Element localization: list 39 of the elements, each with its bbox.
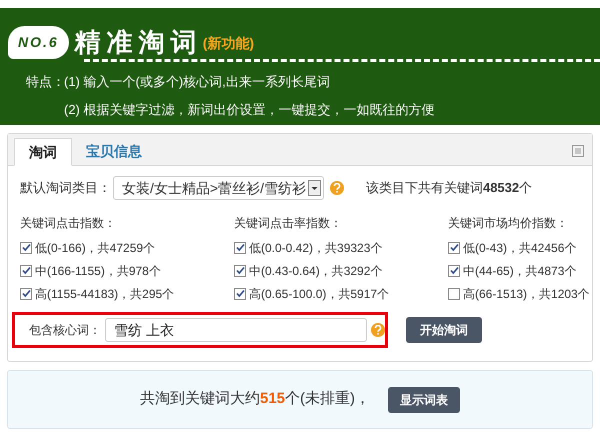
feature-text: (1) 输入一个(或多个)核心词,出来一系列长尾词 (64, 73, 330, 92)
option-label: 高(1155-44183)，共295个 (35, 286, 174, 302)
option-label: 中(0.43-0.64)，共3292个 (249, 262, 382, 280)
option-label: 低(0.0-0.42)，共39323个 (249, 240, 382, 256)
feature-label: 特点： (26, 74, 65, 90)
option-label: 高(66-1513)，共1203个 (463, 286, 590, 302)
filter-title: 关键词市场均价指数： (448, 215, 569, 232)
tab[interactable]: 淘词 (14, 138, 72, 166)
new-feature-tag: (新功能) (202, 33, 254, 59)
option-label: 低(0-166)，共47259个 (35, 240, 156, 256)
caret-icon (308, 180, 321, 196)
core-word-label: 包含核心词： (29, 322, 101, 339)
core-word-field[interactable]: 雪纺 上衣 (105, 318, 367, 342)
banner-title: 精准淘词 (74, 29, 203, 59)
filter-title: 关键词点击率指数： (234, 215, 343, 232)
filter-title: 关键词点击指数： (20, 215, 117, 232)
checkbox[interactable] (448, 288, 460, 300)
number-badge: NO.6 (8, 26, 69, 59)
keyword-total: 该类目下共有关键词48532个 (366, 179, 532, 198)
tab[interactable]: 宝贝信息 (72, 137, 156, 165)
category-label: 默认淘词类目： (20, 179, 111, 198)
start-button[interactable]: 开始淘词 (406, 317, 482, 343)
option-label: 低(0-43)，共42456个 (463, 240, 576, 256)
checkbox[interactable] (20, 288, 32, 300)
checkbox[interactable] (234, 242, 246, 254)
show-list-button[interactable]: 显示词表 (388, 386, 460, 412)
checkbox[interactable] (234, 288, 246, 300)
option-label: 中(166-1155)，共978个 (35, 262, 161, 280)
feature-text: (2) 根据关键字过滤，新词出价设置，一键提交，一如既往的方便 (64, 101, 434, 120)
checkbox[interactable] (20, 264, 32, 276)
option-label: 高(0.65-100.0)，共5917个 (249, 286, 390, 302)
checkbox[interactable] (448, 242, 460, 254)
option-label: 中(44-65)，共4873个 (463, 262, 576, 280)
checkbox[interactable] (20, 242, 32, 254)
checkbox[interactable] (234, 264, 246, 276)
collapse-icon[interactable] (572, 145, 584, 157)
category-dropdown[interactable]: 女装/女士精品>蕾丝衫/雪纺衫 (113, 176, 324, 200)
result-text: 共淘到关键词大约515个(未排重)， (140, 389, 370, 410)
checkbox[interactable] (448, 264, 460, 276)
